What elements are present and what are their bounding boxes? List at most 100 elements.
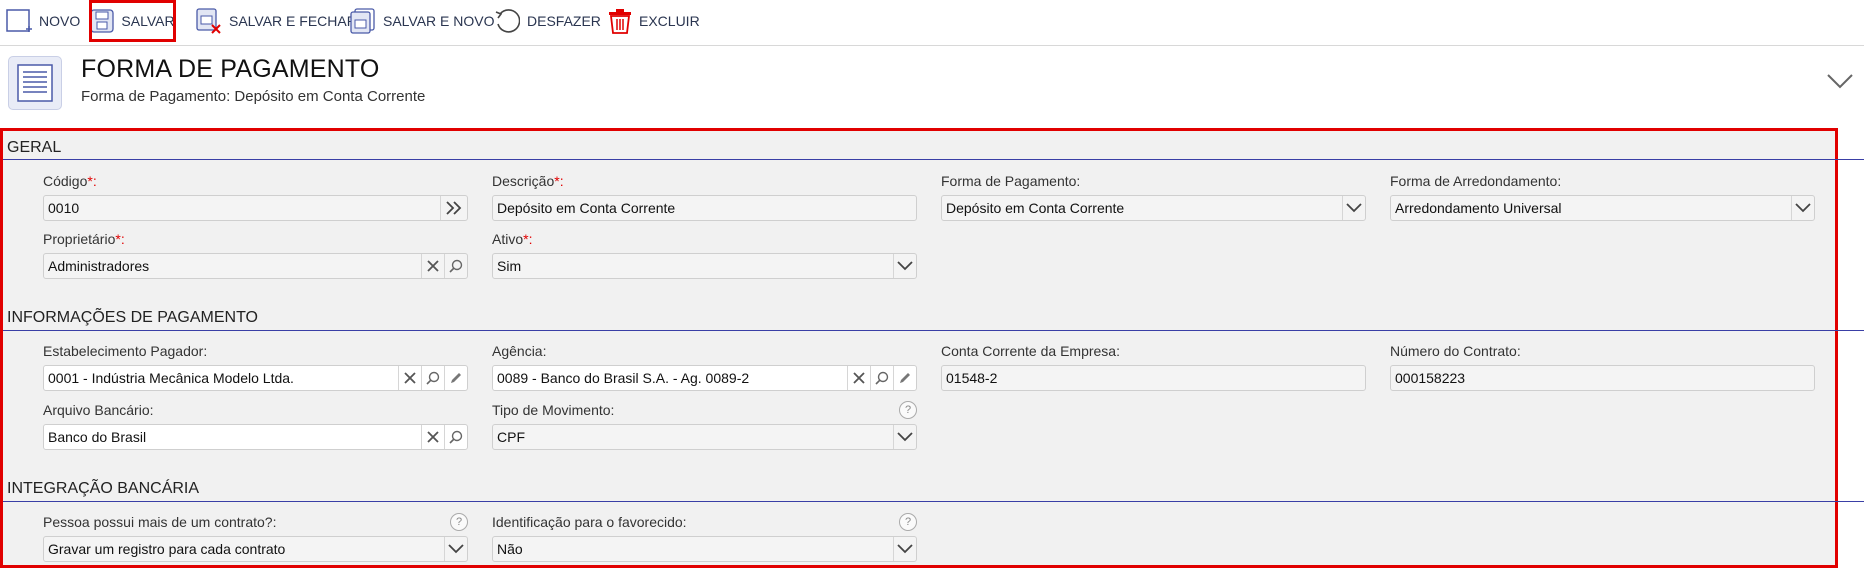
descricao-label: Descrição*: xyxy=(492,173,564,189)
dropdown-button[interactable] xyxy=(893,254,916,278)
close-icon xyxy=(427,431,439,443)
search-icon xyxy=(426,371,440,385)
help-icon[interactable]: ? xyxy=(450,513,468,531)
desfazer-button[interactable]: DESFAZER xyxy=(494,0,601,42)
chevron-down-icon xyxy=(897,432,913,442)
section-divider xyxy=(3,159,1864,160)
field-forma-arredondamento: Forma de Arredondamento: Arredondamento … xyxy=(1390,172,1815,221)
salvar-novo-button[interactable]: SALVAR E NOVO xyxy=(350,0,495,42)
search-button[interactable] xyxy=(870,366,893,390)
field-arquivo-bancario: Arquivo Bancário: Banco do Brasil xyxy=(43,401,468,450)
close-icon xyxy=(853,372,865,384)
salvar-fechar-button[interactable]: SALVAR E FECHAR xyxy=(196,0,357,42)
codigo-label: Código*: xyxy=(43,173,97,189)
excluir-button[interactable]: EXCLUIR xyxy=(608,0,700,42)
dropdown-button[interactable] xyxy=(444,537,467,561)
estabelecimento-input[interactable]: 0001 - Indústria Mecânica Modelo Ltda. xyxy=(43,365,468,391)
desfazer-label: DESFAZER xyxy=(527,13,601,29)
conta-corrente-label: Conta Corrente da Empresa: xyxy=(941,343,1120,359)
excluir-label: EXCLUIR xyxy=(639,13,700,29)
floppy-icon xyxy=(90,9,115,33)
clear-button[interactable] xyxy=(847,366,870,390)
forma-arredondamento-select[interactable]: Arredondamento Universal xyxy=(1390,195,1815,221)
chevron-down-icon xyxy=(897,261,913,271)
page-subtitle: Forma de Pagamento: Depósito em Conta Co… xyxy=(81,88,426,105)
next-code-button[interactable] xyxy=(440,196,467,220)
chevron-down-icon xyxy=(1795,203,1811,213)
list-document-icon xyxy=(8,56,62,110)
field-agencia: Agência: 0089 - Banco do Brasil S.A. - A… xyxy=(492,342,917,391)
field-descricao: Descrição*: Depósito em Conta Corrente xyxy=(492,172,917,221)
search-icon xyxy=(875,371,889,385)
trash-icon xyxy=(609,9,631,34)
field-estabelecimento: Estabelecimento Pagador: 0001 - Indústri… xyxy=(43,342,468,391)
save-new-icon xyxy=(350,8,375,34)
ativo-select[interactable]: Sim xyxy=(492,253,917,279)
search-icon xyxy=(449,430,463,444)
proprietario-input[interactable]: Administradores xyxy=(43,253,468,279)
clear-button[interactable] xyxy=(421,425,444,449)
identificacao-favorecido-label: Identificação para o favorecido:? xyxy=(492,513,917,531)
identificacao-favorecido-select[interactable]: Não xyxy=(492,536,917,562)
search-button[interactable] xyxy=(444,425,467,449)
tipo-movimento-label: Tipo de Movimento:? xyxy=(492,401,917,419)
novo-label: NOVO xyxy=(39,13,81,29)
codigo-input[interactable]: 0010 xyxy=(43,195,468,221)
clear-button[interactable] xyxy=(398,366,421,390)
arquivo-bancario-input[interactable]: Banco do Brasil xyxy=(43,424,468,450)
field-codigo: Código*: 0010 xyxy=(43,172,468,221)
help-icon[interactable]: ? xyxy=(899,513,917,531)
forma-pagamento-select[interactable]: Depósito em Conta Corrente xyxy=(941,195,1366,221)
close-icon xyxy=(427,260,439,272)
save-close-icon xyxy=(196,8,221,34)
chevron-down-icon xyxy=(897,544,913,554)
forma-pagamento-label: Forma de Pagamento: xyxy=(941,173,1081,189)
pencil-icon xyxy=(451,373,461,383)
ativo-label: Ativo*: xyxy=(492,231,533,247)
collapse-button[interactable] xyxy=(1826,72,1854,95)
edit-button[interactable] xyxy=(893,366,916,390)
clear-button[interactable] xyxy=(421,254,444,278)
field-forma-pagamento: Forma de Pagamento: Depósito em Conta Co… xyxy=(941,172,1366,221)
salvar-novo-label: SALVAR E NOVO xyxy=(383,13,495,29)
section-title-informacoes: INFORMAÇÕES DE PAGAMENTO xyxy=(7,309,258,326)
dropdown-button[interactable] xyxy=(893,537,916,561)
agencia-label: Agência: xyxy=(492,343,547,359)
descricao-input[interactable]: Depósito em Conta Corrente xyxy=(492,195,917,221)
help-icon[interactable]: ? xyxy=(899,401,917,419)
pessoa-contrato-label: Pessoa possui mais de um contrato?:? xyxy=(43,513,468,531)
edit-button[interactable] xyxy=(444,366,467,390)
search-button[interactable] xyxy=(444,254,467,278)
agencia-input[interactable]: 0089 - Banco do Brasil S.A. - Ag. 0089-2 xyxy=(492,365,917,391)
field-tipo-movimento: Tipo de Movimento:? CPF xyxy=(492,401,917,450)
section-title-geral: GERAL xyxy=(7,139,62,156)
new-document-icon xyxy=(6,9,32,32)
section-title-integracao: INTEGRAÇÃO BANCÁRIA xyxy=(7,480,200,497)
salvar-button[interactable]: SALVAR xyxy=(89,0,176,42)
dropdown-button[interactable] xyxy=(1791,196,1814,220)
search-button[interactable] xyxy=(421,366,444,390)
page-header: FORMA DE PAGAMENTO Forma de Pagamento: D… xyxy=(0,50,1864,120)
numero-contrato-input[interactable]: 000158223 xyxy=(1390,365,1815,391)
field-identificacao-favorecido: Identificação para o favorecido:? Não xyxy=(492,513,917,562)
undo-icon xyxy=(495,9,520,33)
dropdown-button[interactable] xyxy=(1342,196,1365,220)
double-chevron-right-icon xyxy=(446,201,462,215)
search-icon xyxy=(449,259,463,273)
field-numero-contrato: Número do Contrato: 000158223 xyxy=(1390,342,1815,391)
pessoa-contrato-select[interactable]: Gravar um registro para cada contrato xyxy=(43,536,468,562)
numero-contrato-label: Número do Contrato: xyxy=(1390,343,1521,359)
form-panel: GERAL Código*: 0010 Descrição*: Depósito… xyxy=(0,128,1864,568)
novo-button[interactable]: NOVO xyxy=(6,0,80,42)
field-ativo: Ativo*: Sim xyxy=(492,230,917,279)
proprietario-label: Proprietário*: xyxy=(43,231,125,247)
tipo-movimento-select[interactable]: CPF xyxy=(492,424,917,450)
field-pessoa-contrato: Pessoa possui mais de um contrato?:? Gra… xyxy=(43,513,468,562)
field-proprietario: Proprietário*: Administradores xyxy=(43,230,468,279)
chevron-down-icon xyxy=(1827,74,1853,89)
chevron-down-icon xyxy=(1346,203,1362,213)
page-title: FORMA DE PAGAMENTO xyxy=(81,55,380,83)
conta-corrente-input[interactable]: 01548-2 xyxy=(941,365,1366,391)
dropdown-button[interactable] xyxy=(893,425,916,449)
close-icon xyxy=(404,372,416,384)
